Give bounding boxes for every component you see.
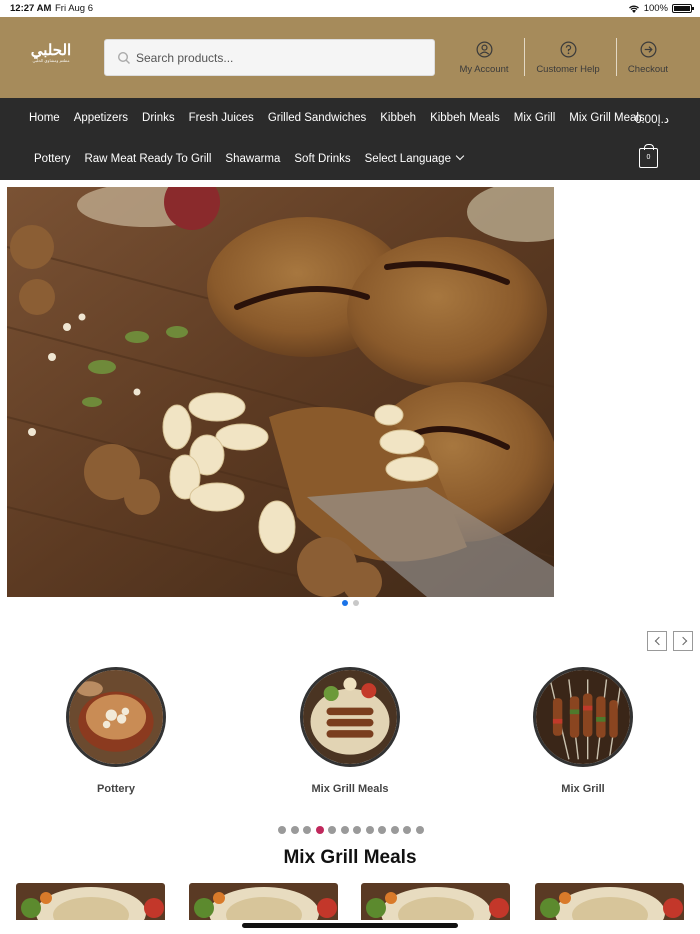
hero-dot[interactable] (342, 600, 348, 606)
site-logo[interactable]: الحلبي مطعم ومشاوي الحلبي (28, 42, 74, 74)
nav-item-soft-drinks[interactable]: Soft Drinks (294, 153, 350, 165)
mix-grill-photo (536, 670, 630, 764)
hummus-plate-photo (535, 883, 684, 920)
nav-item-raw-meat[interactable]: Raw Meat Ready To Grill (84, 153, 211, 165)
cart-bag-icon[interactable]: 0 (639, 144, 658, 168)
hummus-plate-photo (189, 883, 338, 920)
checkout-label: Checkout (627, 64, 669, 75)
category-page-dot[interactable] (340, 826, 349, 834)
site-header: الحلبي مطعم ومشاوي الحلبي My Account Cus… (0, 17, 700, 98)
product-card-image[interactable] (361, 883, 510, 920)
hero-pagination (342, 600, 359, 606)
category-page-dot[interactable] (390, 826, 399, 834)
main-nav: Home Appetizers Drinks Fresh Juices Gril… (0, 98, 700, 180)
customer-help-link[interactable]: Customer Help (528, 41, 608, 75)
nav-item-grilled-sandwiches[interactable]: Grilled Sandwiches (268, 112, 366, 124)
nav-item-pottery[interactable]: Pottery (34, 153, 70, 165)
search-box (104, 39, 435, 76)
arrow-circle-icon (640, 41, 656, 58)
search-icon (117, 51, 130, 64)
status-bar: 12:27 AM Fri Aug 6 100% (0, 0, 700, 17)
nav-item-mix-grill-meals[interactable]: Mix Grill Meals (569, 112, 644, 124)
status-right: 100% (628, 3, 694, 14)
status-date: Fri Aug 6 (55, 3, 94, 14)
cart-count: 0 (646, 154, 651, 161)
battery-icon (672, 4, 694, 13)
category-name: Mix Grill Meals (311, 783, 389, 795)
my-account-link[interactable]: My Account (444, 41, 524, 75)
user-circle-icon (476, 41, 492, 58)
product-card-image[interactable] (16, 883, 165, 920)
category-page-dot[interactable] (403, 826, 411, 834)
category-page-dot[interactable] (353, 826, 361, 834)
header-divider (524, 38, 525, 76)
customer-help-label: Customer Help (536, 64, 600, 75)
product-card-image[interactable] (189, 883, 338, 920)
nav-item-home[interactable]: Home (29, 112, 60, 124)
mix-grill-meals-photo (303, 670, 397, 764)
nav-item-fresh-juices[interactable]: Fresh Juices (189, 112, 254, 124)
nav-item-shawarma[interactable]: Shawarma (225, 153, 280, 165)
carousel-prev-button[interactable] (647, 631, 667, 651)
status-time: 12:27 AM (10, 3, 52, 14)
category-image (66, 667, 166, 767)
category-card-pottery[interactable]: Pottery (46, 667, 186, 795)
nav-item-kibbeh-meals[interactable]: Kibbeh Meals (430, 112, 500, 124)
category-card-mix-grill-meals[interactable]: Mix Grill Meals (280, 667, 420, 795)
section-title: Mix Grill Meals (283, 847, 417, 868)
category-page-dot[interactable] (303, 826, 311, 834)
kibbeh-photo (7, 187, 554, 597)
category-page-dot[interactable] (278, 826, 286, 834)
select-language-label: Select Language (364, 153, 451, 165)
product-card-image[interactable] (535, 883, 684, 920)
category-image (533, 667, 633, 767)
nav-item-drinks[interactable]: Drinks (142, 112, 175, 124)
search-input[interactable] (136, 40, 426, 75)
category-name: Mix Grill (561, 783, 605, 795)
pottery-photo (69, 670, 163, 764)
category-pagination (278, 826, 424, 834)
category-page-dot[interactable] (365, 826, 374, 834)
category-page-dot[interactable] (290, 826, 299, 834)
hummus-plate-photo (16, 883, 165, 920)
category-image (300, 667, 400, 767)
carousel-next-button[interactable] (673, 631, 693, 651)
chevron-down-icon (455, 151, 465, 161)
my-account-label: My Account (459, 64, 509, 75)
logo-tagline: مطعم ومشاوي الحلبي (32, 58, 70, 63)
category-name: Pottery (97, 783, 135, 795)
category-page-dot[interactable] (315, 826, 324, 834)
logo-arabic: الحلبي (30, 41, 72, 59)
nav-row-2: Pottery Raw Meat Ready To Grill Shawarma… (34, 151, 477, 165)
nav-item-kibbeh[interactable]: Kibbeh (380, 112, 416, 124)
hero-dot[interactable] (353, 600, 359, 606)
select-language-dropdown[interactable]: Select Language (364, 151, 465, 165)
hummus-plate-photo (361, 883, 510, 920)
nav-item-mix-grill[interactable]: Mix Grill (514, 112, 556, 124)
category-card-mix-grill[interactable]: Mix Grill (513, 667, 653, 795)
nav-row-1: Home Appetizers Drinks Fresh Juices Gril… (29, 112, 659, 124)
category-page-dot[interactable] (378, 826, 386, 834)
home-indicator[interactable] (242, 923, 458, 928)
question-circle-icon (560, 41, 576, 58)
battery-percent: 100% (643, 3, 668, 14)
cart-total[interactable]: 0.00د.إ (635, 112, 669, 126)
hero-slider-image[interactable] (7, 187, 554, 597)
nav-item-appetizers[interactable]: Appetizers (74, 112, 128, 124)
category-page-dot[interactable] (415, 826, 424, 834)
wifi-icon (628, 5, 639, 13)
category-page-dot[interactable] (328, 826, 336, 834)
checkout-link[interactable]: Checkout (608, 41, 688, 75)
